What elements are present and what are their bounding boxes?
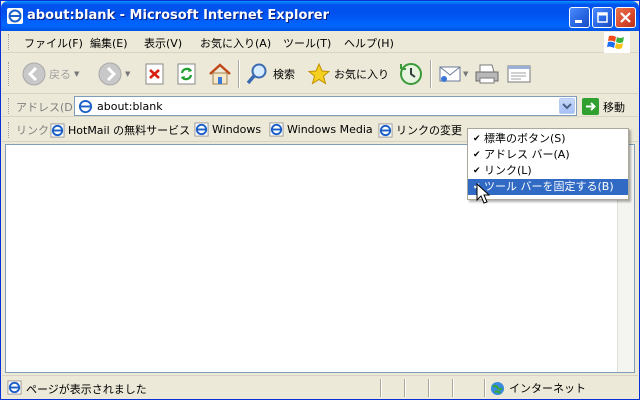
stop-icon <box>145 63 164 85</box>
mail-icon <box>439 66 461 82</box>
toolbar-grip[interactable] <box>8 34 11 50</box>
stop-button[interactable] <box>144 58 166 90</box>
links-label: リンク <box>16 124 49 137</box>
address-dropdown-button[interactable] <box>559 98 575 114</box>
chevron-down-icon[interactable]: ▼ <box>125 70 130 78</box>
ie-icon <box>7 8 23 24</box>
home-icon <box>209 63 231 85</box>
forward-button[interactable]: ▼ <box>98 58 130 90</box>
check-icon: ✔ <box>473 134 481 144</box>
printer-icon <box>475 64 499 84</box>
standard-toolbar: 戻る ▼ ▼ 検索 お気に入り ▼ <box>2 54 638 94</box>
ctx-standard-buttons[interactable]: ✔ 標準のボタン(S) <box>468 131 628 147</box>
windows-logo-icon <box>604 32 630 53</box>
search-label: 検索 <box>273 68 295 81</box>
history-button[interactable] <box>398 58 424 90</box>
menu-view[interactable]: 表示(V) <box>144 35 182 51</box>
status-divider <box>452 379 454 397</box>
go-label: 移動 <box>603 100 625 114</box>
link-customize[interactable]: リンクの変更 <box>378 122 462 138</box>
status-divider <box>484 379 486 397</box>
close-button[interactable] <box>615 7 636 28</box>
ctx-lock-toolbars[interactable]: ✔ ツール バーを固定する(B) <box>468 179 628 195</box>
forward-arrow-icon <box>98 62 122 86</box>
ie-page-icon <box>269 122 284 137</box>
star-icon <box>307 62 331 85</box>
edit-button[interactable] <box>506 58 532 90</box>
mail-button[interactable]: ▼ <box>438 58 468 90</box>
minimize-icon <box>575 20 582 23</box>
mouse-cursor-icon <box>476 183 490 204</box>
maximize-button[interactable] <box>592 7 613 28</box>
favorites-label: お気に入り <box>334 68 389 81</box>
toolbar-separator <box>238 60 240 88</box>
go-button[interactable]: 移動 <box>582 98 625 115</box>
search-button[interactable]: 検索 <box>246 58 295 90</box>
window-title: about:blank - Microsoft Internet Explore… <box>27 8 330 23</box>
address-input[interactable]: about:blank <box>74 96 577 116</box>
search-icon <box>246 63 267 85</box>
browser-window: about:blank - Microsoft Internet Explore… <box>0 0 640 400</box>
menu-file[interactable]: ファイル(F) <box>24 35 83 51</box>
link-windows-media[interactable]: Windows Media <box>269 122 373 137</box>
address-label: アドレス(D) <box>16 101 78 114</box>
chevron-down-icon[interactable]: ▼ <box>463 70 468 78</box>
menu-help[interactable]: ヘルプ(H) <box>344 35 394 51</box>
ie-page-icon <box>7 380 22 395</box>
address-bar: アドレス(D) about:blank 移動 <box>2 95 638 117</box>
link-windows[interactable]: Windows <box>194 122 261 137</box>
ie-page-icon <box>378 122 393 138</box>
home-button[interactable] <box>208 58 232 90</box>
toolbar-grip[interactable] <box>8 122 11 138</box>
edit-page-icon <box>507 65 531 83</box>
refresh-button[interactable] <box>176 58 198 90</box>
title-bar[interactable]: about:blank - Microsoft Internet Explore… <box>1 1 639 31</box>
check-icon: ✔ <box>473 166 481 176</box>
ctx-address-bar[interactable]: ✔ アドレス バー(A) <box>468 147 628 163</box>
menu-edit[interactable]: 編集(E) <box>90 35 128 51</box>
menu-favorites[interactable]: お気に入り(A) <box>200 35 271 51</box>
chevron-down-icon <box>562 103 572 110</box>
go-arrow-icon <box>582 98 599 115</box>
check-icon: ✔ <box>473 150 481 160</box>
back-label: 戻る <box>49 68 71 81</box>
link-hotmail[interactable]: HotMail の無料サービス <box>50 122 190 138</box>
status-bar: ページが表示されました インターネット <box>2 375 638 399</box>
ctx-links[interactable]: ✔ リンク(L) <box>468 163 628 179</box>
status-text: ページが表示されました <box>26 383 147 396</box>
minimize-button[interactable] <box>569 7 590 28</box>
ie-page-icon <box>50 122 65 138</box>
maximize-icon <box>597 12 608 23</box>
toolbar-grip[interactable] <box>8 62 11 86</box>
favorites-button[interactable]: お気に入り <box>307 58 389 90</box>
zone-label: インターネット <box>509 382 586 395</box>
toolbar-grip[interactable] <box>8 98 11 114</box>
status-divider <box>404 379 406 397</box>
security-zone[interactable]: インターネット <box>490 380 586 396</box>
address-value: about:blank <box>97 100 163 113</box>
menu-bar: ファイル(F) 編集(E) 表示(V) お気に入り(A) ツール(T) ヘルプ(… <box>2 31 638 53</box>
back-button[interactable]: 戻る ▼ <box>22 58 79 90</box>
close-icon <box>620 12 631 23</box>
globe-icon <box>490 381 505 395</box>
toolbar-separator <box>430 60 432 88</box>
refresh-icon <box>177 63 196 85</box>
chevron-down-icon[interactable]: ▼ <box>74 70 79 78</box>
history-icon <box>400 63 422 85</box>
back-arrow-icon <box>22 62 46 86</box>
status-divider <box>380 379 382 397</box>
toolbar-context-menu: ✔ 標準のボタン(S) ✔ アドレス バー(A) ✔ リンク(L) ✔ ツール … <box>467 128 629 200</box>
status-divider <box>428 379 430 397</box>
menu-tools[interactable]: ツール(T) <box>283 35 331 51</box>
ie-page-icon <box>194 122 209 137</box>
print-button[interactable] <box>474 58 500 90</box>
ie-page-icon <box>78 99 93 114</box>
